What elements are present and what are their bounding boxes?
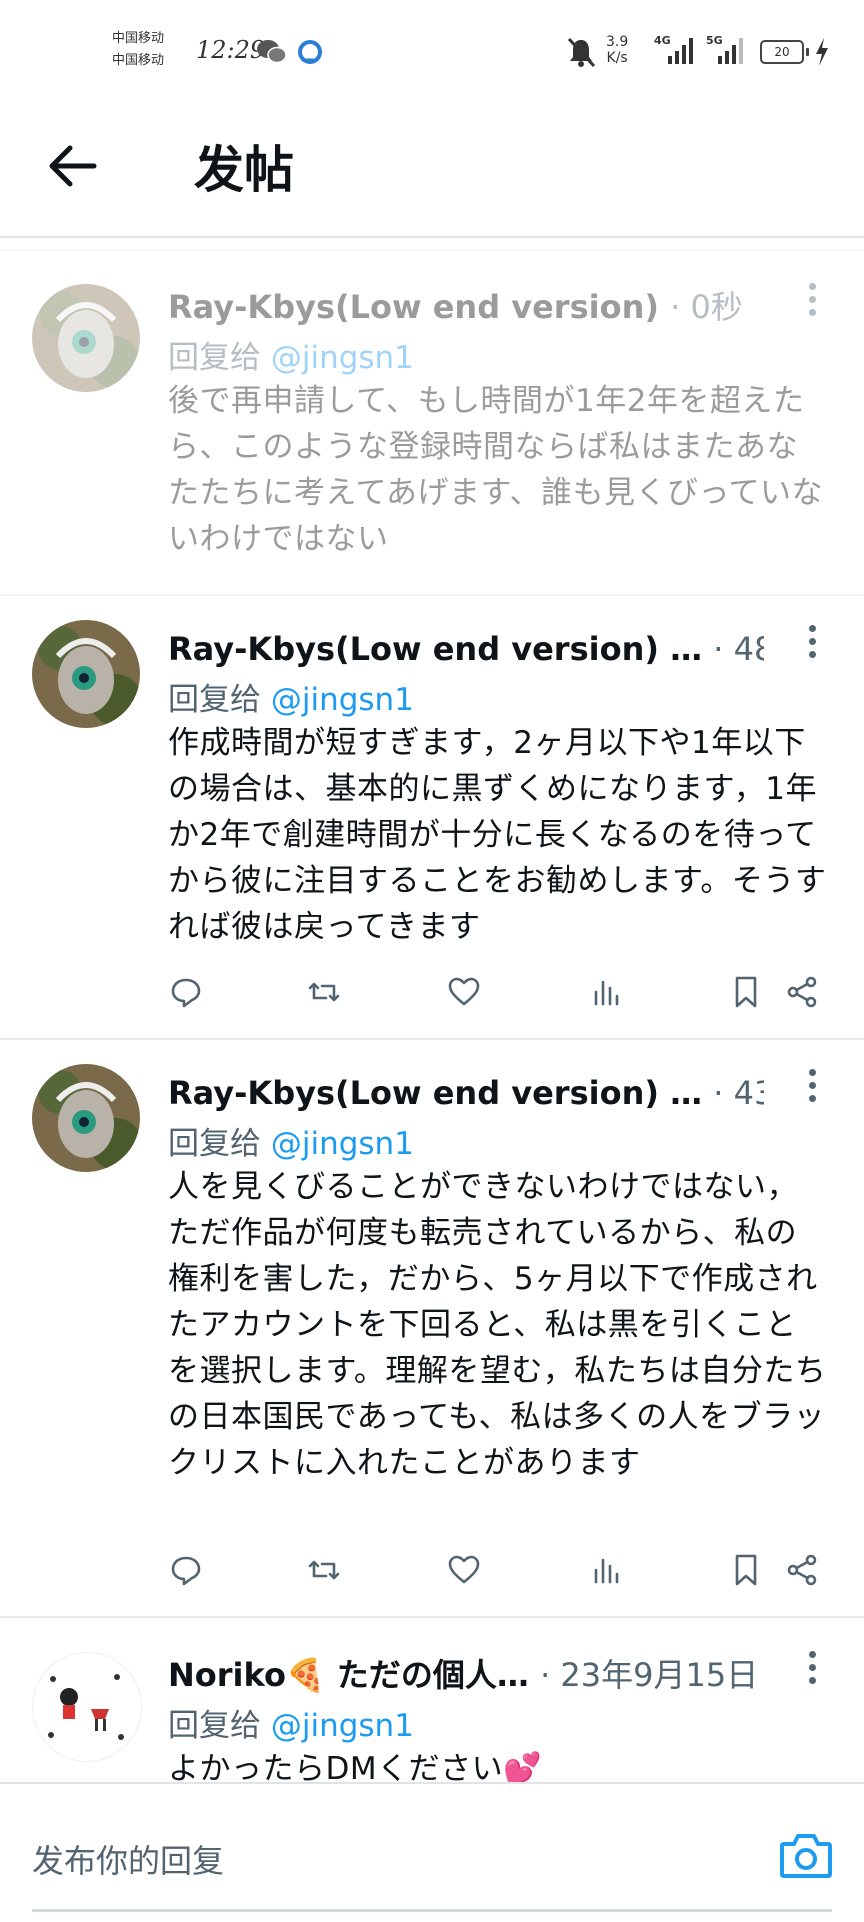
post-text: よかったらDMください💕 — [168, 1751, 543, 1782]
net-speed: 3.9 K/s — [606, 34, 629, 66]
avatar-image — [32, 620, 140, 728]
signal-bars-icon — [668, 38, 693, 64]
post-header: Ray-Kbys(Low end version) … · 43秒 — [168, 1068, 764, 1114]
avatar[interactable] — [32, 284, 140, 392]
like-icon[interactable] — [446, 974, 482, 1010]
reply-handle[interactable]: @jingsn1 — [271, 1126, 414, 1162]
wechat-icon — [257, 40, 287, 64]
carrier-2: 中国移动 — [112, 53, 165, 68]
back-arrow-icon[interactable] — [44, 136, 104, 196]
avatar[interactable] — [32, 620, 140, 728]
reply-handle[interactable]: @jingsn1 — [271, 682, 414, 718]
avatar[interactable] — [32, 1064, 140, 1172]
post-item[interactable]: Ray-Kbys(Low end version) … · 43秒 回复给 @j… — [0, 1040, 864, 1618]
avatar-image — [33, 1653, 141, 1761]
more-options-icon[interactable] — [804, 622, 820, 666]
post-item[interactable]: Ray-Kbys(Low end version) · 0秒 回复给 @jing… — [0, 252, 864, 596]
author-name[interactable]: Ray-Kbys(Low end version) … — [168, 630, 702, 668]
reply-to-line: 回复给 @jingsn1 — [168, 1126, 414, 1162]
status-time: 12:29 — [196, 36, 266, 64]
bookmark-icon[interactable] — [728, 1552, 764, 1588]
reply-to-line: 回复给 @jingsn1 — [168, 1708, 414, 1744]
more-options-icon[interactable] — [804, 1648, 820, 1692]
reply-input-underline — [32, 1909, 832, 1912]
camera-icon[interactable] — [778, 1830, 834, 1882]
battery-indicator: 20 — [760, 40, 809, 64]
browser-icon — [298, 40, 322, 64]
post-time: · 48秒 — [713, 630, 764, 668]
reply-input[interactable]: 发布你的回复 — [32, 1836, 224, 1882]
charging-icon — [816, 38, 828, 66]
avatar[interactable] — [32, 1652, 142, 1762]
share-icon[interactable] — [784, 974, 820, 1010]
retweet-icon[interactable] — [306, 974, 342, 1010]
author-name[interactable]: Ray-Kbys(Low end version) — [168, 288, 659, 326]
reply-handle[interactable]: @jingsn1 — [271, 340, 414, 376]
post-header: Ray-Kbys(Low end version) … · 48秒 — [168, 624, 764, 670]
retweet-icon[interactable] — [306, 1552, 342, 1588]
share-icon[interactable] — [784, 1552, 820, 1588]
post-actions — [168, 1552, 828, 1592]
views-icon[interactable] — [588, 974, 624, 1010]
avatar-image — [32, 1064, 140, 1172]
post-item[interactable]: Noriko🍕 ただの個人… · 23年9月15日 回复给 @jingsn1 よ… — [0, 1618, 864, 1782]
header-divider-2 — [0, 250, 864, 251]
signal-bars-2-icon — [718, 38, 743, 64]
post-header: Ray-Kbys(Low end version) · 0秒 — [168, 282, 764, 328]
reply-icon[interactable] — [168, 974, 204, 1010]
post-text: 作成時間が短すぎます，2ヶ月以下や1年以下の場合は、基本的に黒ずくめになります，… — [168, 725, 827, 945]
post-text: 人を見くびることができないわけではない，ただ作品が何度も転売されているから、私の… — [168, 1169, 827, 1481]
page-title: 发帖 — [194, 141, 294, 199]
mute-bell-icon — [567, 37, 596, 68]
top-app-bar: 发帖 — [0, 104, 864, 236]
more-options-icon[interactable] — [804, 1066, 820, 1110]
reply-to-line: 回复给 @jingsn1 — [168, 340, 414, 376]
reply-to-line: 回复给 @jingsn1 — [168, 682, 414, 718]
more-options-icon[interactable] — [804, 280, 820, 324]
carrier-labels: 中国移动 中国移动 — [112, 28, 164, 72]
reply-composer: 发布你的回复 — [0, 1782, 864, 1922]
post-header: Noriko🍕 ただの個人… · 23年9月15日 — [168, 1650, 764, 1696]
reply-handle[interactable]: @jingsn1 — [271, 1708, 414, 1744]
post-time: · 0秒 — [670, 288, 743, 326]
post-actions — [168, 974, 828, 1014]
carrier-1: 中国移动 — [112, 31, 165, 46]
reply-icon[interactable] — [168, 1552, 204, 1588]
post-time: · 23年9月15日 — [540, 1656, 759, 1694]
avatar-image — [32, 284, 140, 392]
post-text: 後で再申請して、もし時間が1年2年を超えたら、このような登録時間ならば私はまたあ… — [168, 383, 823, 557]
bookmark-icon[interactable] — [728, 974, 764, 1010]
like-icon[interactable] — [446, 1552, 482, 1588]
views-icon[interactable] — [588, 1552, 624, 1588]
author-name[interactable]: Ray-Kbys(Low end version) … — [168, 1074, 702, 1112]
header-divider — [0, 236, 864, 238]
status-bar: 中国移动 中国移动 12:29 3.9 K/s 4G 5G 20 — [0, 0, 864, 104]
post-item[interactable]: Ray-Kbys(Low end version) … · 48秒 回复给 @j… — [0, 596, 864, 1040]
author-name[interactable]: Noriko🍕 ただの個人… — [168, 1656, 529, 1694]
post-time: · 43秒 — [713, 1074, 764, 1112]
